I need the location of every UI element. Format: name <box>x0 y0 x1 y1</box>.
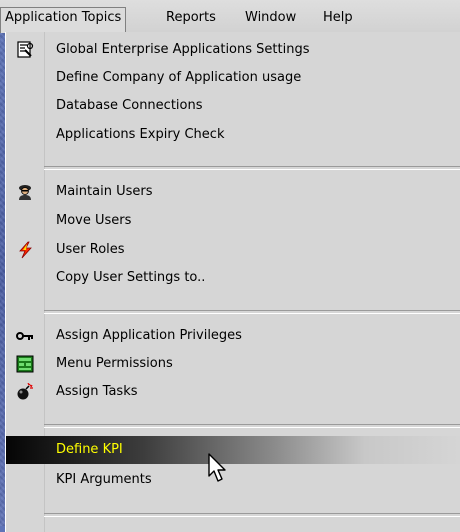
menu-separator <box>44 310 460 314</box>
menu-separator <box>44 513 460 517</box>
menu-item-kpi-arguments[interactable]: KPI Arguments <box>6 466 460 494</box>
menu-item-assign-tasks[interactable]: Assign Tasks <box>6 378 460 406</box>
menu-window[interactable]: Window <box>245 8 296 30</box>
menu-item-define-kpi[interactable]: Define KPI <box>6 436 460 464</box>
menu-item-label: Define KPI <box>56 442 123 457</box>
menu-item-label: Global Enterprise Applications Settings <box>56 42 310 57</box>
menu-bar: Application Topics Reports Window Help <box>0 0 460 33</box>
lightning-icon <box>19 241 32 259</box>
menu-item-label: KPI Arguments <box>56 472 152 487</box>
menu-item-define-company[interactable]: Define Company of Application usage <box>6 64 460 92</box>
settings-doc-icon <box>17 41 34 58</box>
grid-icon <box>16 355 34 373</box>
user-icon <box>19 185 31 200</box>
menu-item-label: Copy User Settings to.. <box>56 270 206 285</box>
menu-item-global-settings[interactable]: Global Enterprise Applications Settings <box>6 36 460 64</box>
mouse-cursor-icon <box>208 453 226 482</box>
menu-item-label: Define Company of Application usage <box>56 70 302 85</box>
menu-item-label: Database Connections <box>56 98 203 113</box>
key-icon <box>16 332 33 340</box>
menu-item-label: Assign Tasks <box>56 384 138 399</box>
menu-item-assign-privileges[interactable]: Assign Application Privileges <box>6 322 460 350</box>
menu-separator <box>44 166 460 170</box>
menu-item-label: Maintain Users <box>56 184 153 199</box>
menu-separator <box>44 424 460 428</box>
menu-item-copy-user-settings[interactable]: Copy User Settings to.. <box>6 264 460 292</box>
menu-item-maintain-users[interactable]: Maintain Users <box>6 178 460 206</box>
menu-item-expiry-check[interactable]: Applications Expiry Check <box>6 121 460 149</box>
menu-item-move-users[interactable]: Move Users <box>6 207 460 235</box>
menu-item-user-roles[interactable]: User Roles <box>6 236 460 264</box>
menu-application-topics[interactable]: Application Topics <box>0 7 127 33</box>
menu-help[interactable]: Help <box>323 8 353 30</box>
menu-item-label: Move Users <box>56 213 132 228</box>
application-topics-dropdown: Global Enterprise Applications Settings … <box>5 32 460 532</box>
menu-item-menu-permissions[interactable]: Menu Permissions <box>6 350 460 378</box>
menu-item-label: Applications Expiry Check <box>56 127 225 142</box>
menu-item-label: User Roles <box>56 242 125 257</box>
bomb-icon <box>17 383 33 400</box>
menu-item-database-connections[interactable]: Database Connections <box>6 92 460 120</box>
menu-reports[interactable]: Reports <box>166 8 216 30</box>
menu-item-label: Assign Application Privileges <box>56 328 242 343</box>
menu-item-label: Menu Permissions <box>56 356 173 371</box>
